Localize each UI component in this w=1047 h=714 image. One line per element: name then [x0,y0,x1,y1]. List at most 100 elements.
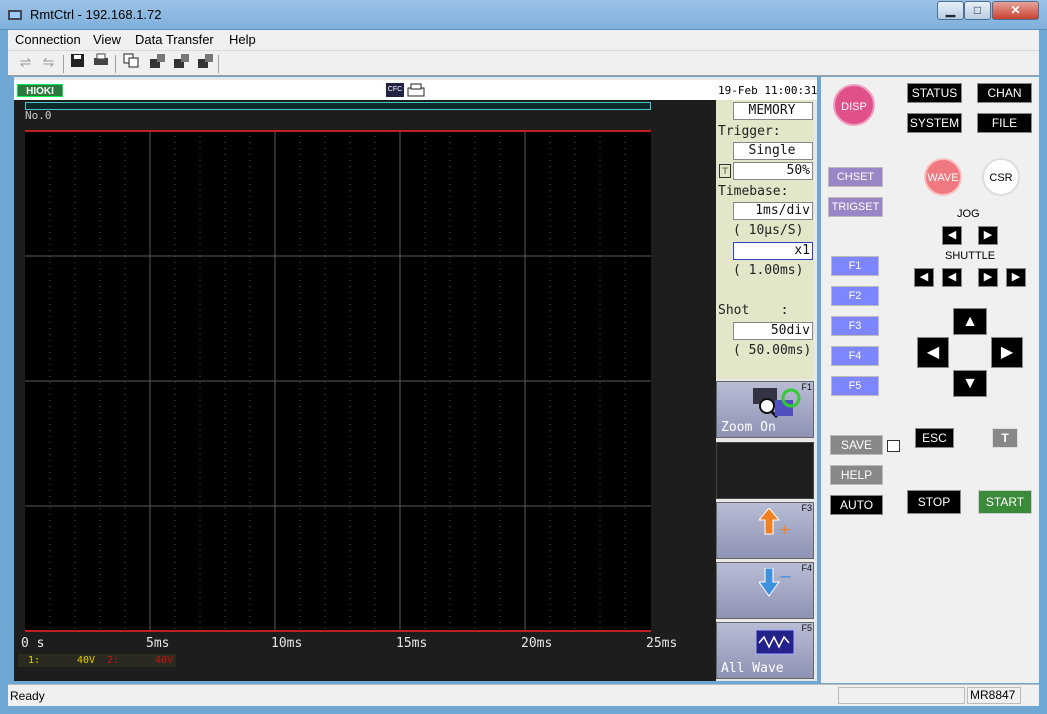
f4-key-label: F4 [801,563,812,573]
channel-legend [18,654,176,667]
f5-button[interactable]: F5 [831,376,879,396]
time-tick-25ms: 25ms [646,636,678,651]
disconnect-icon[interactable]: ⇋ [39,53,58,72]
mode-display: MEMORY [733,102,813,120]
ch2-range: 40V [155,655,174,666]
f1-label: Zoom On [721,420,776,435]
shuttle-fast-right-button[interactable]: ▶ [1006,268,1026,287]
f2-button[interactable]: F2 [831,286,879,306]
f2-empty-key [716,442,814,499]
menu-view[interactable]: View [93,32,121,47]
file-button[interactable]: FILE [977,113,1032,133]
up-arrow-button[interactable]: ▲ [953,308,987,335]
pretrigger-value: 50% [733,162,813,180]
right-arrow-button[interactable]: ▶ [991,337,1023,368]
data-transfer-icon-2[interactable] [172,53,191,72]
time-tick-5ms: 5ms [146,636,170,651]
f3-move-up-key[interactable]: F3 + [716,502,814,559]
f1-button[interactable]: F1 [831,256,879,276]
f5-label: All Wave [721,661,784,676]
f3-key-label: F3 [801,503,812,513]
system-button[interactable]: SYSTEM [907,113,962,133]
menu-data-transfer[interactable]: Data Transfer [135,32,214,47]
data-transfer-icon-1[interactable] [148,53,167,72]
toolbar-separator [218,55,219,73]
shot-time: ( 50.00ms) [733,343,812,358]
pretrigger-icon: ⊤ [719,164,731,178]
record-position-bar [25,102,651,110]
start-button[interactable]: START [978,490,1032,514]
time-tick-10ms: 10ms [271,636,303,651]
cfc-icon: CFC [386,83,404,97]
screen-time: ( 1.00ms) [733,263,804,278]
svg-text:+: + [779,522,791,536]
f1-zoom-on-key[interactable]: F1 Zoom On [716,381,814,438]
jog-right-button[interactable]: ▶ [978,226,998,245]
arrow-down-minus-icon: − [758,567,792,601]
f4-move-down-key[interactable]: F4 − [716,562,814,619]
stop-button[interactable]: STOP [907,490,961,514]
down-arrow-button[interactable]: ▼ [953,370,987,397]
minimize-button[interactable]: ▁ [937,1,964,20]
menu-connection[interactable]: Connection [15,32,81,47]
f5-all-wave-key[interactable]: F5 All Wave [716,622,814,679]
shot-label: Shot : [718,303,789,318]
jog-label: JOG [957,208,980,220]
toolbar-separator [115,55,116,73]
wave-button[interactable]: WAVE [924,158,962,196]
csr-button[interactable]: CSR [982,158,1020,196]
ch2-label: 2: [107,655,120,666]
data-transfer-icon-3[interactable] [196,53,215,72]
save-indicator [887,440,900,452]
f1-key-label: F1 [801,382,812,392]
f5-key-label: F5 [801,623,812,633]
all-wave-icon [755,629,795,658]
zoom-icon [753,386,801,421]
printer-status-icon [407,83,425,97]
maximize-button[interactable]: □ [964,1,991,20]
jog-left-button[interactable]: ◀ [942,226,962,245]
status-button[interactable]: STATUS [907,83,962,103]
magnification-value: x1 [733,242,813,260]
f3-button[interactable]: F3 [831,316,879,336]
menu-help[interactable]: Help [229,32,256,47]
time-tick-20ms: 20ms [521,636,553,651]
sampling-rate: ( 10µs/S) [733,223,804,238]
trigset-button[interactable]: TRIGSET [828,197,883,217]
chset-button[interactable]: CHSET [828,167,883,187]
esc-button[interactable]: ESC [915,428,954,448]
model-name: MR8847 [967,687,1021,704]
time-tick-15ms: 15ms [396,636,428,651]
copy-screen-icon[interactable] [121,53,140,72]
shot-value: 50div [733,322,813,340]
shuttle-label: SHUTTLE [945,250,996,262]
timebase-value: 1ms/div [733,202,813,220]
waveform-grid [25,130,651,632]
status-panel-empty [838,687,965,704]
ch1-range: 40V [77,655,96,666]
shuttle-fast-left-button[interactable]: ◀ [914,268,934,287]
record-number: No.0 [25,109,52,122]
text-input-icon[interactable]: T [992,428,1018,448]
timebase-label: Timebase: [718,184,789,199]
auto-button[interactable]: AUTO [830,495,883,515]
close-button[interactable]: ✕ [992,1,1039,20]
connect-icon[interactable]: ⇌ [16,53,35,72]
disp-button[interactable]: DISP [833,84,875,126]
shuttle-right-button[interactable]: ▶ [978,268,998,287]
toolbar-separator [63,55,64,73]
shuttle-left-button[interactable]: ◀ [942,268,962,287]
save-button[interactable]: SAVE [830,435,883,455]
hioki-logo: HIOKI [17,84,63,97]
trigger-label: Trigger: [718,124,781,139]
save-icon[interactable] [68,53,87,72]
print-icon[interactable] [91,53,110,72]
ch1-label: 1: [28,655,41,666]
trigger-mode: Single [733,142,813,160]
svg-text:−: − [779,568,791,586]
help-button[interactable]: HELP [830,465,883,485]
left-arrow-button[interactable]: ◀ [917,337,949,368]
chan-button[interactable]: CHAN [977,83,1032,103]
window-title: RmtCtrl - 192.168.1.72 [30,7,162,22]
f4-button[interactable]: F4 [831,346,879,366]
